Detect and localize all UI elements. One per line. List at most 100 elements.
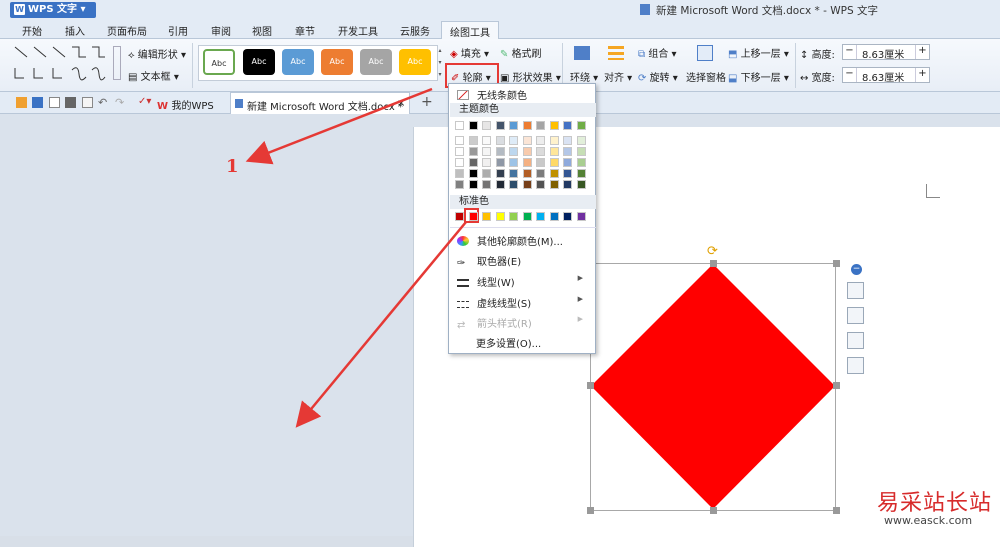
menu-insert[interactable]: 插入 xyxy=(65,23,85,38)
theme-color-swatch[interactable] xyxy=(468,136,478,145)
height-input[interactable]: 8.63厘米 xyxy=(862,46,904,61)
standard-color-swatch[interactable] xyxy=(536,212,545,221)
theme-color-swatch[interactable] xyxy=(509,147,518,156)
resize-handle[interactable] xyxy=(587,507,594,514)
resize-handle[interactable] xyxy=(710,260,717,267)
theme-color-swatch[interactable] xyxy=(509,121,518,130)
shape-lines-gallery[interactable] xyxy=(12,44,108,84)
theme-color-swatch[interactable] xyxy=(455,158,464,167)
style-gallery-scroll[interactable]: ▴ ▾ ▾ xyxy=(436,45,444,81)
standard-color-swatch[interactable] xyxy=(468,212,478,221)
style-white[interactable]: Abc xyxy=(203,49,235,75)
collapse-toolbar-icon[interactable]: − xyxy=(851,264,862,275)
theme-color-swatch[interactable] xyxy=(549,169,559,178)
height-decrement-button[interactable]: − xyxy=(843,45,857,59)
standard-color-swatch[interactable] xyxy=(563,212,572,221)
theme-color-swatch[interactable] xyxy=(563,180,572,189)
rotate-button[interactable]: ⟳ 旋转 ▾ xyxy=(638,69,678,84)
new-file-icon[interactable] xyxy=(16,97,27,108)
dash-type-option[interactable]: 虚线线型(S) ▶ xyxy=(457,295,589,310)
theme-color-swatch[interactable] xyxy=(495,147,505,156)
theme-color-swatch[interactable] xyxy=(522,158,532,167)
theme-color-swatch[interactable] xyxy=(468,180,478,189)
selection-pane-button[interactable]: 选择窗格 xyxy=(686,69,726,84)
theme-color-swatch[interactable] xyxy=(563,136,572,145)
theme-color-swatch[interactable] xyxy=(455,147,464,156)
save-icon[interactable] xyxy=(32,97,43,108)
more-settings-option[interactable]: 更多设置(O)... xyxy=(476,335,541,350)
menu-developer[interactable]: 开发工具 xyxy=(338,23,378,38)
theme-color-swatch[interactable] xyxy=(536,169,545,178)
theme-color-swatch[interactable] xyxy=(536,136,545,145)
align-button[interactable]: 对齐 ▾ xyxy=(604,69,632,84)
theme-color-swatch[interactable] xyxy=(522,169,532,178)
theme-color-swatch[interactable] xyxy=(468,147,478,156)
width-increment-button[interactable]: + xyxy=(915,68,929,82)
theme-color-swatch[interactable] xyxy=(576,147,586,156)
menu-references[interactable]: 引用 xyxy=(168,23,188,38)
theme-color-swatch[interactable] xyxy=(549,121,559,130)
send-backward-button[interactable]: ⬓ 下移一层 ▾ xyxy=(728,69,789,84)
theme-color-swatch[interactable] xyxy=(468,121,478,130)
redo-icon[interactable]: ↷ xyxy=(115,96,124,109)
theme-color-swatch[interactable] xyxy=(495,136,505,145)
resize-handle[interactable] xyxy=(587,382,594,389)
tab-my-wps[interactable]: W 我的WPS xyxy=(157,97,214,112)
theme-color-swatch[interactable] xyxy=(549,158,559,167)
theme-color-swatch[interactable] xyxy=(563,169,572,178)
standard-color-swatch[interactable] xyxy=(482,212,491,221)
standard-color-swatch[interactable] xyxy=(576,212,586,221)
menu-section[interactable]: 章节 xyxy=(295,23,315,38)
resize-handle[interactable] xyxy=(833,260,840,267)
theme-color-swatch[interactable] xyxy=(549,147,559,156)
diamond-shape[interactable] xyxy=(590,263,840,513)
resize-handle[interactable] xyxy=(833,507,840,514)
theme-color-swatch[interactable] xyxy=(482,169,491,178)
shape-effect-button[interactable]: ▣ 形状效果 ▾ xyxy=(500,69,561,84)
theme-color-swatch[interactable] xyxy=(495,158,505,167)
style-blue[interactable]: Abc xyxy=(282,49,314,75)
theme-color-swatch[interactable] xyxy=(509,158,518,167)
theme-color-swatch[interactable] xyxy=(468,158,478,167)
style-black[interactable]: Abc xyxy=(243,49,275,75)
theme-color-swatch[interactable] xyxy=(509,136,518,145)
undo-icon[interactable]: ↶ xyxy=(98,96,107,109)
resize-handle[interactable] xyxy=(833,382,840,389)
width-decrement-button[interactable]: − xyxy=(843,68,857,82)
print-icon[interactable] xyxy=(65,97,76,108)
theme-color-swatch[interactable] xyxy=(576,121,586,130)
theme-color-swatch[interactable] xyxy=(482,136,491,145)
line-color-quick-button[interactable] xyxy=(847,357,864,374)
standard-color-swatch[interactable] xyxy=(549,212,559,221)
line-type-option[interactable]: 线型(W) ▶ xyxy=(457,274,589,289)
standard-color-swatch[interactable] xyxy=(455,212,464,221)
theme-color-swatch[interactable] xyxy=(482,158,491,167)
outline-button[interactable]: ✐ 轮廓 ▾ xyxy=(451,69,491,84)
theme-color-swatch[interactable] xyxy=(455,169,464,178)
theme-color-swatch[interactable] xyxy=(455,121,464,130)
fill-quick-button[interactable] xyxy=(847,332,864,349)
width-input[interactable]: 8.63厘米 xyxy=(862,69,904,84)
theme-color-swatch[interactable] xyxy=(468,169,478,178)
export-pdf-icon[interactable] xyxy=(49,97,60,108)
eyedropper-option[interactable]: ✑ 取色器(E) xyxy=(457,253,521,269)
standard-color-swatch[interactable] xyxy=(495,212,505,221)
theme-color-swatch[interactable] xyxy=(549,180,559,189)
print-preview-icon[interactable] xyxy=(82,97,93,108)
theme-color-swatch[interactable] xyxy=(495,180,505,189)
theme-color-swatch[interactable] xyxy=(522,136,532,145)
new-tab-button[interactable]: + xyxy=(421,94,433,110)
more-outline-colors-option[interactable]: 其他轮廓颜色(M)... xyxy=(457,233,563,248)
standard-color-swatch[interactable] xyxy=(509,212,518,221)
theme-color-swatch[interactable] xyxy=(563,147,572,156)
standard-color-swatch[interactable] xyxy=(522,212,532,221)
theme-color-swatch[interactable] xyxy=(576,158,586,167)
text-box-button[interactable]: ▤ 文本框 ▾ xyxy=(128,68,179,83)
theme-color-swatch[interactable] xyxy=(576,136,586,145)
edit-shape-button[interactable]: ⟡ 编辑形状 ▾ xyxy=(128,46,186,61)
theme-color-swatch[interactable] xyxy=(576,169,586,178)
outline-quick-button[interactable] xyxy=(847,307,864,324)
menu-page-layout[interactable]: 页面布局 xyxy=(107,23,147,38)
theme-color-swatch[interactable] xyxy=(576,180,586,189)
tab-document[interactable]: 新建 Microsoft Word 文档.docx * × xyxy=(230,92,410,114)
